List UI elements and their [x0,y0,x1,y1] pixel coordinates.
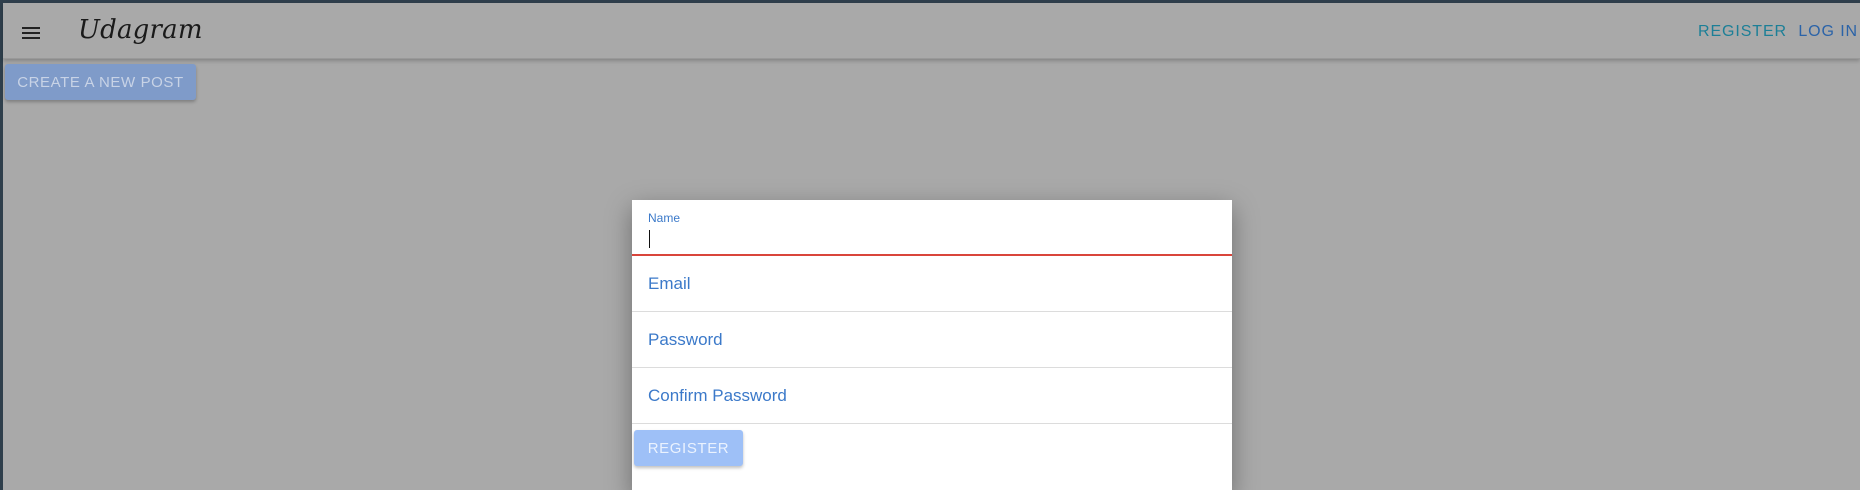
email-field-label: Email [648,274,691,293]
top-toolbar: Udagram REGISTER LOG IN [3,3,1860,59]
create-post-button[interactable]: CREATE A NEW POST [5,64,196,100]
confirm-password-field[interactable]: Confirm Password [632,368,1232,424]
text-caret [649,230,650,248]
brand-logo[interactable]: Udagram [78,15,203,45]
password-field[interactable]: Password [632,312,1232,368]
name-field-label: Name [648,211,681,225]
name-input[interactable] [648,228,1208,250]
menu-icon[interactable] [19,21,43,45]
password-field-label: Password [648,330,723,349]
name-field[interactable]: Name [632,200,1232,256]
nav-login-link[interactable]: LOG IN [1798,23,1858,41]
confirm-password-field-label: Confirm Password [648,386,787,405]
register-dialog: Name Email Password Confirm Password REG… [632,200,1232,490]
nav-register-link[interactable]: REGISTER [1698,23,1787,41]
app-page: Udagram REGISTER LOG IN CREATE A NEW POS… [3,3,1860,490]
register-submit-button[interactable]: REGISTER [634,430,743,466]
email-field[interactable]: Email [632,256,1232,312]
